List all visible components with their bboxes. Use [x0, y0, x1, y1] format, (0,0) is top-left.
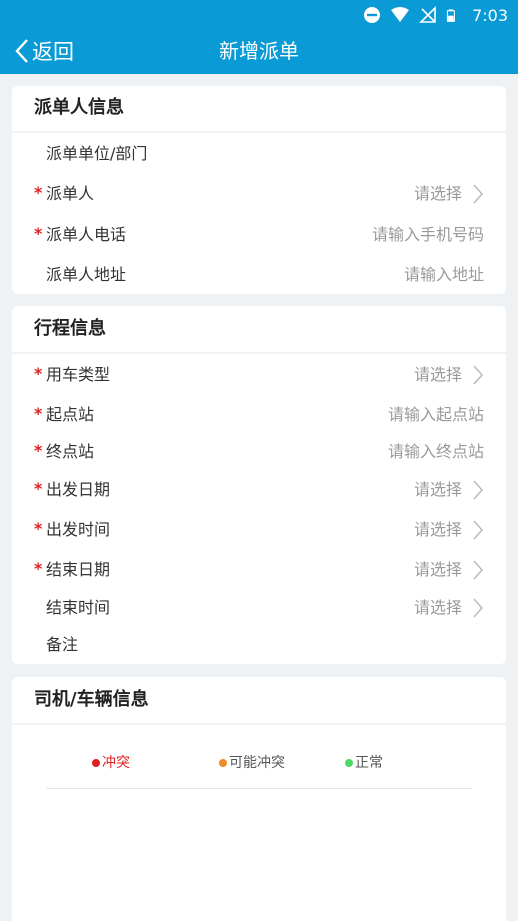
- trip-card: 行程信息 * 用车类型 请选择 * 起点站 * 终点站 * 出发日期 请选择 *…: [12, 306, 506, 664]
- legend-label: 可能冲突: [229, 755, 285, 771]
- chevron-right-icon: [473, 520, 484, 540]
- required-marker: *: [34, 559, 43, 578]
- status-dot: [219, 759, 227, 767]
- section-divider: [12, 352, 506, 354]
- row-remarks[interactable]: 备注: [12, 628, 506, 662]
- legend-normal: 正常: [345, 751, 383, 775]
- status-dot: [92, 759, 100, 767]
- select-value[interactable]: 请选择: [262, 478, 462, 502]
- field-label: 备注: [46, 635, 79, 654]
- required-marker: *: [34, 519, 43, 538]
- row-end-time[interactable]: 结束时间 请选择: [12, 591, 506, 625]
- chevron-right-icon: [473, 184, 484, 204]
- field-label: 派单人地址: [46, 265, 127, 284]
- chevron-right-icon: [473, 560, 484, 580]
- field-label: 结束日期: [46, 560, 111, 579]
- field-label: 出发日期: [46, 480, 111, 499]
- nav-bar: 返回 新增派单: [0, 28, 518, 74]
- legend-possible-conflict: 可能冲突: [219, 751, 285, 775]
- field-label: 派单人: [46, 184, 95, 203]
- field-label: 起点站: [46, 405, 95, 424]
- row-dispatcher-address: 派单人地址: [12, 258, 506, 292]
- row-vehicle-type[interactable]: * 用车类型 请选择: [12, 358, 506, 392]
- app-header: 7:03 返回 新增派单: [0, 0, 518, 74]
- driver-vehicle-card: 司机/车辆信息 冲突 可能冲突 正常: [12, 677, 506, 921]
- field-label: 出发时间: [46, 520, 111, 539]
- chevron-right-icon: [473, 365, 484, 385]
- battery-icon: [446, 9, 455, 22]
- required-marker: *: [34, 224, 43, 243]
- legend-conflict: 冲突: [92, 751, 130, 775]
- row-departure-time[interactable]: * 出发时间 请选择: [12, 513, 506, 547]
- section-title: 司机/车辆信息: [34, 689, 149, 710]
- status-dot: [345, 759, 353, 767]
- select-value[interactable]: 请选择: [262, 596, 462, 620]
- select-value[interactable]: 请选择: [262, 558, 462, 582]
- legend-label: 正常: [355, 755, 383, 771]
- dispatcher-card: 派单人信息 派单单位/部门 * 派单人 请选择 * 派单人电话 派单人地址: [12, 86, 506, 294]
- address-input[interactable]: [284, 263, 484, 287]
- select-value[interactable]: 请选择: [262, 518, 462, 542]
- status-legend: 冲突 可能冲突 正常: [12, 751, 506, 775]
- end-station-input[interactable]: [284, 440, 484, 464]
- select-value[interactable]: 请选择: [262, 363, 462, 387]
- phone-input[interactable]: [284, 223, 484, 247]
- start-station-input[interactable]: [284, 403, 484, 427]
- row-departure-date[interactable]: * 出发日期 请选择: [12, 473, 506, 507]
- section-title: 派单人信息: [34, 97, 124, 118]
- do-not-disturb-icon: [364, 7, 381, 23]
- chevron-right-icon: [473, 598, 484, 618]
- status-bar: 7:03: [0, 0, 518, 28]
- required-marker: *: [34, 183, 43, 202]
- page-title: 新增派单: [219, 39, 299, 63]
- select-value[interactable]: 请选择: [262, 182, 462, 206]
- field-label: 用车类型: [46, 365, 111, 384]
- chevron-right-icon: [473, 480, 484, 500]
- field-label: 结束时间: [46, 598, 111, 617]
- legend-divider: [46, 788, 472, 789]
- required-marker: *: [34, 364, 43, 383]
- row-dispatcher[interactable]: * 派单人 请选择: [12, 177, 506, 211]
- legend-label: 冲突: [102, 755, 130, 771]
- required-marker: *: [34, 404, 43, 423]
- section-divider: [12, 131, 506, 133]
- row-end-date[interactable]: * 结束日期 请选择: [12, 553, 506, 587]
- row-dispatcher-phone: * 派单人电话: [12, 218, 506, 252]
- field-label: 派单人电话: [46, 225, 127, 244]
- wifi-icon: [391, 7, 410, 22]
- no-signal-icon: [419, 6, 436, 23]
- field-label: 派单单位/部门: [46, 144, 148, 163]
- required-marker: *: [34, 441, 43, 460]
- status-time: 7:03: [472, 5, 508, 25]
- row-start-station: * 起点站: [12, 398, 506, 432]
- row-end-station: * 终点站: [12, 435, 506, 469]
- required-marker: *: [34, 479, 43, 498]
- section-divider: [12, 723, 506, 725]
- row-dispatch-unit[interactable]: 派单单位/部门: [12, 137, 506, 171]
- field-label: 终点站: [46, 442, 95, 461]
- section-title: 行程信息: [34, 318, 106, 339]
- status-icons: 7:03: [362, 4, 508, 26]
